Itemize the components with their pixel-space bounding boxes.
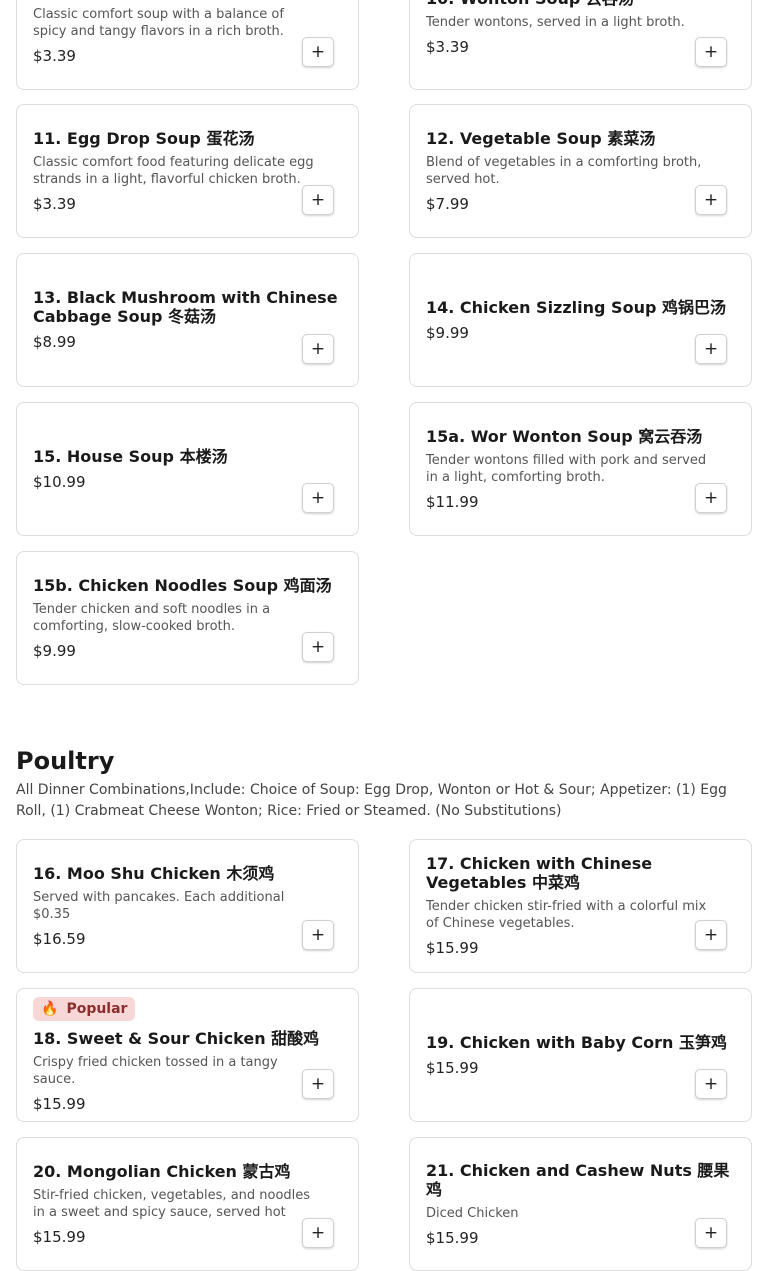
add-to-cart-button[interactable]: + [302, 632, 334, 662]
menu-item-name: 15b. Chicken Noodles Soup 鸡面汤 [33, 575, 332, 595]
menu-item-price: $15.99 [426, 1228, 479, 1247]
menu-item-card[interactable]: 20. Mongolian Chicken 蒙古鸡 Stir-fried chic… [16, 1137, 359, 1271]
menu-item-content: 11. Egg Drop Soup 蛋花汤 Classic comfort foo… [33, 105, 342, 237]
add-to-cart-button[interactable]: + [695, 483, 727, 513]
menu-item-price: $11.99 [426, 492, 479, 511]
menu-item-content: 10. Wonton Soup 云吞汤 Tender wontons, serve… [426, 0, 735, 89]
menu-item-price: $7.99 [426, 194, 469, 213]
menu-item-name: 12. Vegetable Soup 素菜汤 [426, 128, 656, 148]
menu-item-content: 20. Mongolian Chicken 蒙古鸡 Stir-fried chic… [33, 1138, 342, 1270]
section-title-poultry: Poultry [16, 747, 115, 775]
menu-item-name: 17. Chicken with Chinese Vegetables 中菜鸡 [426, 854, 653, 892]
menu-item-card[interactable]: 13. Black Mushroom with Chinese Cabbage … [16, 253, 359, 387]
popular-badge: 🔥 Popular [33, 996, 136, 1021]
add-to-cart-button[interactable]: + [302, 37, 334, 67]
add-to-cart-button[interactable]: + [695, 185, 727, 215]
menu-item-content: 12. Vegetable Soup 素菜汤 Blend of vegetable… [426, 105, 735, 237]
popular-badge-label: Popular [66, 1000, 128, 1017]
add-to-cart-button[interactable]: + [695, 334, 727, 364]
menu-item-description: Tender wontons filled with pork and serv… [426, 452, 707, 485]
menu-item-name: 10. Wonton Soup 云吞汤 [426, 0, 735, 8]
menu-item-description: Tender chicken and soft noodles in a com… [33, 601, 271, 634]
add-to-cart-button[interactable]: + [695, 37, 727, 67]
menu-item-name: 11. Egg Drop Soup 蛋花汤 [33, 128, 255, 148]
menu-item-price: $8.99 [33, 333, 76, 351]
add-to-cart-button[interactable]: + [302, 1218, 334, 1248]
menu-item-content: 14. Chicken Sizzling Soup 鸡锅巴汤 $9.99 [426, 254, 735, 386]
menu-item-description: Tender chicken stir-fried with a colorfu… [426, 899, 707, 931]
add-to-cart-button[interactable]: + [695, 1069, 727, 1099]
menu-item-card[interactable]: 19. Chicken with Baby Corn 玉笋鸡 $15.99 + [409, 988, 752, 1122]
menu-item-description: Classic comfort food featuring delicate … [33, 154, 314, 187]
menu-item-name: 19. Chicken with Baby Corn 玉笋鸡 [426, 1032, 727, 1052]
menu-item-card[interactable]: 15b. Chicken Noodles Soup 鸡面汤 Tender chic… [16, 551, 359, 685]
menu-item-content: 15. House Soup 本楼汤 $10.99 [33, 403, 342, 535]
add-to-cart-button[interactable]: + [302, 483, 334, 513]
menu-item-card[interactable]: 17. Chicken with Chinese Vegetables 中菜鸡 T… [409, 839, 752, 973]
menu-item-description: Stir-fried chicken, vegetables, and nood… [33, 1187, 311, 1220]
menu-item-description: Diced Chicken [426, 1205, 519, 1221]
menu-item-price: $16.59 [33, 929, 86, 948]
menu-item-card[interactable]: 15a. Wor Wonton Soup 窝云吞汤 Tender wontons … [409, 402, 752, 536]
add-to-cart-button[interactable]: + [302, 334, 334, 364]
menu-item-price: $3.39 [33, 46, 76, 65]
menu-item-description: Crispy fried chicken tossed in a tangy s… [33, 1054, 278, 1087]
menu-item-card[interactable]: 21. Chicken and Cashew Nuts 腰果鸡 Diced Chi… [409, 1137, 752, 1271]
menu-item-price: $3.39 [33, 194, 76, 213]
menu-item-price: $15.99 [426, 1058, 479, 1077]
menu-item-price: $9.99 [426, 323, 469, 342]
menu-item-card[interactable]: 16. Moo Shu Chicken 木须鸡 Served with panca… [16, 839, 359, 973]
menu-item-content: 16. Moo Shu Chicken 木须鸡 Served with panca… [33, 840, 342, 972]
add-to-cart-button[interactable]: + [695, 1218, 727, 1248]
add-to-cart-button[interactable]: + [302, 1069, 334, 1099]
menu-item-content: 15a. Wor Wonton Soup 窝云吞汤 Tender wontons … [426, 403, 735, 535]
menu-item-card[interactable]: 10. Wonton Soup 云吞汤 Tender wontons, serve… [409, 0, 752, 90]
menu-item-price: $9.99 [33, 641, 76, 660]
menu-item-price: $15.99 [426, 939, 479, 957]
fire-icon: 🔥 [41, 1000, 59, 1017]
menu-item-card[interactable]: 🔥 Popular 18. Sweet & Sour Chicken 甜酸鸡 Cris… [16, 988, 359, 1122]
menu-item-name: 15a. Wor Wonton Soup 窝云吞汤 [426, 426, 703, 446]
menu-item-name: 13. Black Mushroom with Chinese Cabbage … [33, 288, 338, 326]
section-description: All Dinner Combinations,Include: Choice … [16, 782, 727, 819]
menu-item-price: $15.99 [33, 1094, 86, 1113]
menu-item-content: 15b. Chicken Noodles Soup 鸡面汤 Tender chic… [33, 552, 342, 684]
menu-item-price: $10.99 [33, 472, 86, 491]
menu-item-content: 19. Chicken with Baby Corn 玉笋鸡 $15.99 [426, 989, 735, 1121]
menu-item-name: 14. Chicken Sizzling Soup 鸡锅巴汤 [426, 297, 726, 317]
menu-item-description: Blend of vegetables in a comforting brot… [426, 154, 702, 187]
menu-item-name: 16. Moo Shu Chicken 木须鸡 [33, 863, 275, 883]
menu-item-name: 21. Chicken and Cashew Nuts 腰果鸡 [426, 1160, 730, 1199]
menu-item-price: $3.39 [426, 38, 469, 56]
add-to-cart-button[interactable]: + [695, 920, 727, 950]
menu-item-description: Tender wontons, served in a light broth. [426, 15, 685, 30]
add-to-cart-button[interactable]: + [302, 185, 334, 215]
menu-item-name: 15. House Soup 本楼汤 [33, 446, 228, 466]
menu-item-name: 18. Sweet & Sour Chicken 甜酸鸡 [33, 1028, 320, 1048]
menu-item-description: Classic comfort soup with a balance of s… [33, 6, 284, 39]
menu-item-name: 20. Mongolian Chicken 蒙古鸡 [33, 1161, 291, 1181]
menu-item-description: Served with pancakes. Each additional $0… [33, 889, 285, 922]
menu-item-content: 21. Chicken and Cashew Nuts 腰果鸡 Diced Chi… [426, 1138, 735, 1270]
menu-item-content: Hot & Sour Soup 酸辣汤Classic comfort soup … [33, 0, 342, 89]
menu-item-content: 13. Black Mushroom with Chinese Cabbage … [33, 254, 342, 386]
menu-item-card[interactable]: 15. House Soup 本楼汤 $10.99 + [16, 402, 359, 536]
menu-item-card[interactable]: 14. Chicken Sizzling Soup 鸡锅巴汤 $9.99 + [409, 253, 752, 387]
menu-item-card[interactable]: 11. Egg Drop Soup 蛋花汤 Classic comfort foo… [16, 104, 359, 238]
add-to-cart-button[interactable]: + [302, 920, 334, 950]
menu-item-price: $15.99 [33, 1227, 86, 1246]
menu-item-content: 🔥 Popular 18. Sweet & Sour Chicken 甜酸鸡 Cris… [33, 989, 342, 1121]
menu-item-card[interactable]: Hot & Sour Soup 酸辣汤Classic comfort soup … [16, 0, 359, 90]
menu-item-card[interactable]: 12. Vegetable Soup 素菜汤 Blend of vegetable… [409, 104, 752, 238]
menu-item-content: 17. Chicken with Chinese Vegetables 中菜鸡 T… [426, 840, 735, 972]
